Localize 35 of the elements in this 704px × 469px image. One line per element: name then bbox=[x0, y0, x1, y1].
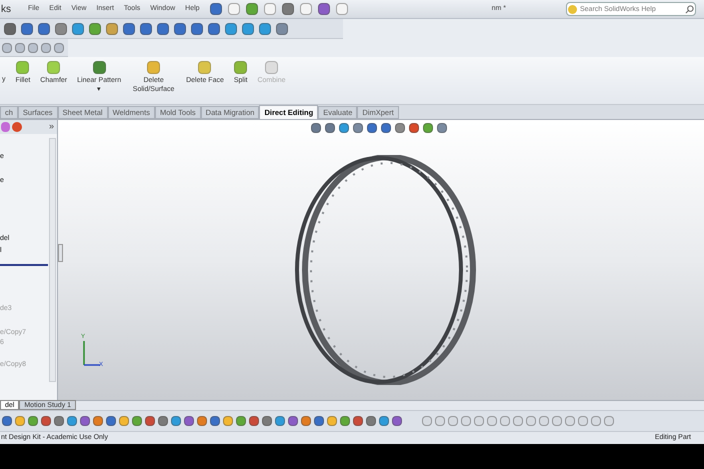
tool-icon[interactable] bbox=[140, 22, 152, 34]
panel-splitter-handle[interactable] bbox=[58, 244, 63, 262]
tool-icon[interactable] bbox=[318, 3, 330, 15]
tool-icon[interactable] bbox=[259, 22, 271, 34]
search-icon[interactable] bbox=[685, 4, 694, 14]
scrollbar[interactable] bbox=[49, 138, 56, 382]
tool-icon[interactable] bbox=[174, 22, 186, 34]
tool-icon[interactable] bbox=[208, 22, 220, 34]
command-icon bbox=[234, 61, 248, 74]
tool-icon[interactable] bbox=[210, 3, 222, 15]
tool-icon[interactable] bbox=[4, 22, 16, 34]
tool-icon[interactable] bbox=[123, 22, 135, 34]
tool-icon[interactable] bbox=[106, 22, 118, 34]
app-title: ks bbox=[0, 2, 12, 16]
command-icon bbox=[147, 61, 160, 74]
command-icon bbox=[47, 61, 60, 74]
tool-icon[interactable] bbox=[246, 3, 258, 15]
tool-icon[interactable] bbox=[38, 22, 50, 34]
property-tab-icon[interactable] bbox=[1, 122, 10, 132]
tool-icon[interactable] bbox=[276, 22, 288, 34]
tool-icon[interactable] bbox=[157, 22, 169, 34]
tool-icon[interactable] bbox=[72, 22, 84, 34]
command-icon bbox=[16, 61, 30, 74]
tool-icon[interactable] bbox=[282, 3, 294, 15]
tool-icon[interactable] bbox=[89, 22, 101, 34]
tool-icon[interactable] bbox=[225, 22, 237, 34]
tool-icon[interactable] bbox=[55, 22, 67, 34]
command-icon bbox=[264, 61, 278, 74]
tool-icon[interactable] bbox=[191, 22, 203, 34]
command-icon bbox=[198, 61, 212, 74]
command-icon bbox=[92, 61, 106, 74]
tool-icon[interactable] bbox=[242, 22, 254, 34]
appearance-tab-icon[interactable] bbox=[12, 122, 22, 132]
expand-button[interactable]: » bbox=[48, 120, 56, 134]
tool-icon[interactable] bbox=[21, 22, 33, 34]
